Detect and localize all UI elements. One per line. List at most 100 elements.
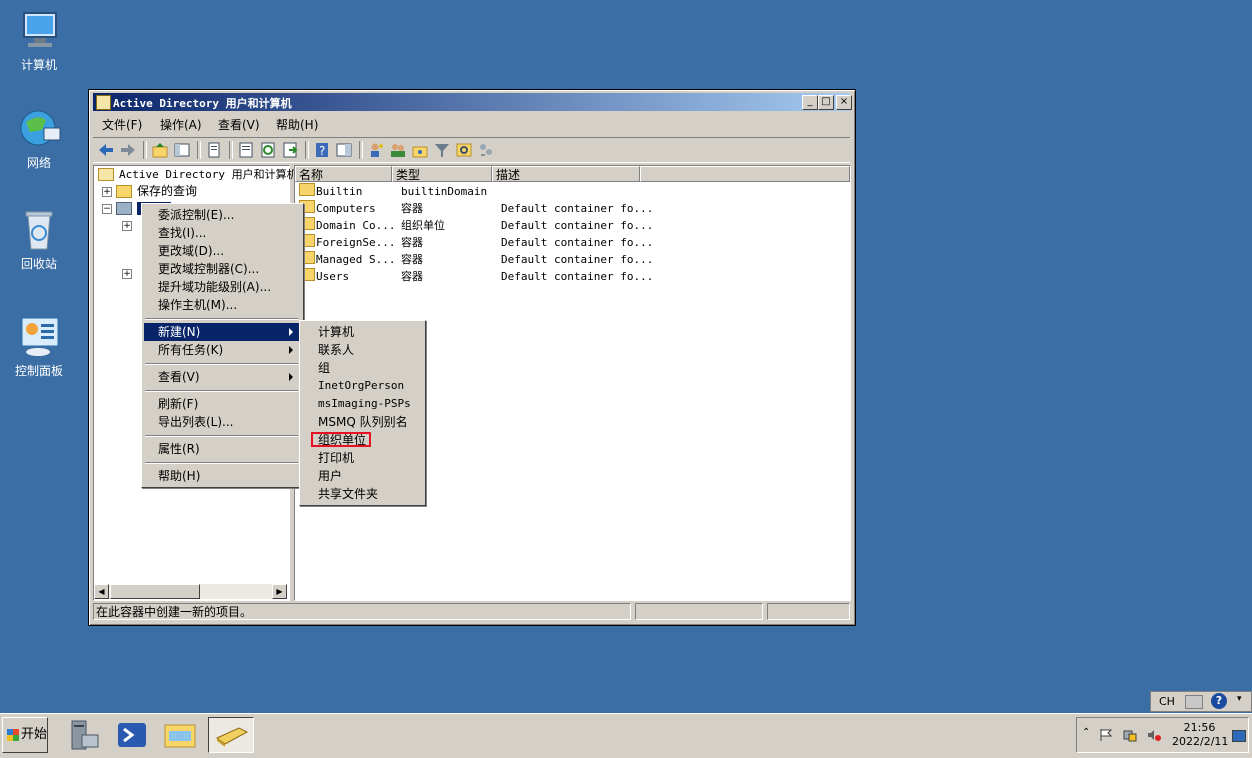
toolbar-separator bbox=[359, 141, 363, 159]
forward-icon[interactable] bbox=[119, 141, 137, 159]
show-hidden-icons-icon[interactable]: ⌃ bbox=[1082, 727, 1090, 738]
scroll-left-icon[interactable]: ◀ bbox=[94, 584, 109, 599]
clock-date: 2022/2/11 bbox=[1172, 735, 1229, 748]
status-bar: 在此容器中创建一新的项目。 bbox=[93, 603, 850, 621]
menu-item-new[interactable]: 新建(N) bbox=[144, 323, 299, 341]
menu-item-find[interactable]: 查找(I)... bbox=[144, 224, 299, 242]
menu-file[interactable]: 文件(F) bbox=[102, 116, 142, 133]
menu-separator bbox=[145, 390, 298, 392]
scroll-right-icon[interactable]: ▶ bbox=[272, 584, 287, 599]
start-button[interactable]: 开始 bbox=[2, 717, 48, 753]
submenu-item-inetorgperson[interactable]: InetOrgPerson bbox=[302, 377, 421, 395]
taskbar: 开始 ⌃ 21:56 2022/2/11 bbox=[0, 713, 1252, 758]
clock-time: 21:56 bbox=[1183, 721, 1216, 734]
back-icon[interactable] bbox=[97, 141, 115, 159]
volume-muted-icon[interactable] bbox=[1147, 728, 1161, 742]
submenu-item-msimaging-psps[interactable]: msImaging-PSPs bbox=[302, 395, 421, 413]
find-icon[interactable] bbox=[455, 141, 473, 159]
close-button[interactable]: × bbox=[836, 95, 852, 110]
menu-view[interactable]: 查看(V) bbox=[218, 116, 260, 133]
action-center-flag-icon[interactable] bbox=[1099, 728, 1113, 742]
toolbar-separator bbox=[197, 141, 201, 159]
windows-logo-icon bbox=[7, 729, 19, 741]
filter-icon[interactable] bbox=[433, 141, 451, 159]
language-indicator[interactable]: CH bbox=[1159, 695, 1175, 708]
column-header-name[interactable]: 名称 bbox=[295, 166, 392, 182]
clock[interactable]: 21:56 2022/2/11 bbox=[1172, 721, 1229, 749]
new-user-icon[interactable] bbox=[367, 141, 385, 159]
menu-help[interactable]: 帮助(H) bbox=[276, 116, 318, 133]
column-header-type[interactable]: 类型 bbox=[392, 166, 492, 182]
menu-item-change-domain[interactable]: 更改域(D)... bbox=[144, 242, 299, 260]
new-group-icon[interactable] bbox=[389, 141, 407, 159]
langbar-options-icon[interactable]: ▾ bbox=[1237, 694, 1242, 704]
submenu-item-user[interactable]: 用户 bbox=[302, 467, 421, 485]
desktop-icon-network[interactable]: 网络 bbox=[8, 108, 70, 171]
desktop-icon-recycle-bin[interactable]: 回收站 bbox=[8, 209, 70, 272]
submenu-item-organizational-unit[interactable]: 组织单位 bbox=[302, 431, 421, 449]
start-label: 开始 bbox=[21, 727, 48, 742]
action-pane-icon[interactable] bbox=[335, 141, 353, 159]
menu-separator bbox=[145, 435, 298, 437]
add-to-group-icon[interactable] bbox=[477, 141, 495, 159]
menu-action[interactable]: 操作(A) bbox=[160, 116, 202, 133]
menu-item-properties[interactable]: 属性(R) bbox=[144, 440, 299, 458]
status-text: 在此容器中创建一新的项目。 bbox=[93, 603, 631, 620]
submenu-item-group[interactable]: 组 bbox=[302, 359, 421, 377]
properties-icon[interactable] bbox=[237, 141, 255, 159]
column-header-description[interactable]: 描述 bbox=[492, 166, 640, 182]
menu-separator bbox=[145, 363, 298, 365]
aduc-root-icon bbox=[98, 168, 114, 181]
show-desktop-icon[interactable] bbox=[1232, 730, 1246, 742]
help-circle-icon[interactable]: ? bbox=[1211, 693, 1227, 709]
tree-item-saved-queries[interactable]: 保存的查询 bbox=[116, 183, 197, 200]
refresh-icon[interactable] bbox=[259, 141, 277, 159]
new-submenu: 计算机 联系人 组 InetOrgPerson msImaging-PSPs M… bbox=[299, 320, 426, 506]
network-status-icon[interactable] bbox=[1123, 728, 1137, 742]
network-icon bbox=[16, 108, 62, 150]
powershell-icon[interactable] bbox=[112, 717, 152, 753]
menu-item-help[interactable]: 帮助(H) bbox=[144, 467, 299, 485]
tree-horizontal-scrollbar[interactable]: ◀ ▶ bbox=[94, 584, 287, 599]
server-manager-icon[interactable] bbox=[64, 717, 104, 753]
new-ou-icon[interactable] bbox=[411, 141, 429, 159]
menu-item-view-label: 查看(V) bbox=[158, 370, 200, 384]
recycle-bin-icon bbox=[16, 209, 62, 251]
menu-item-raise-functional-level[interactable]: 提升域功能级别(A)... bbox=[144, 278, 299, 296]
submenu-item-printer[interactable]: 打印机 bbox=[302, 449, 421, 467]
expand-icon[interactable]: + bbox=[102, 187, 112, 197]
submenu-item-computer[interactable]: 计算机 bbox=[302, 323, 421, 341]
menu-item-change-dc[interactable]: 更改域控制器(C)... bbox=[144, 260, 299, 278]
aduc-app-icon bbox=[96, 95, 111, 110]
keyboard-icon[interactable] bbox=[1185, 695, 1203, 709]
minimize-button[interactable]: _ bbox=[802, 95, 818, 110]
ad-users-computers-icon[interactable] bbox=[208, 717, 254, 753]
submenu-item-contact[interactable]: 联系人 bbox=[302, 341, 421, 359]
export-list-icon[interactable] bbox=[281, 141, 299, 159]
menu-item-operations-masters[interactable]: 操作主机(M)... bbox=[144, 296, 299, 314]
show-hide-tree-icon[interactable] bbox=[173, 141, 191, 159]
desktop-icon-control-panel[interactable]: 控制面板 bbox=[8, 316, 70, 379]
submenu-item-msmq-alias[interactable]: MSMQ 队列别名 bbox=[302, 413, 421, 431]
column-header-empty bbox=[640, 166, 850, 182]
expand-icon[interactable]: + bbox=[122, 221, 132, 231]
collapse-icon[interactable]: − bbox=[102, 204, 112, 214]
menu-item-refresh[interactable]: 刷新(F) bbox=[144, 395, 299, 413]
explorer-icon[interactable] bbox=[160, 717, 200, 753]
menu-item-export-list[interactable]: 导出列表(L)... bbox=[144, 413, 299, 431]
system-tray: ⌃ 21:56 2022/2/11 bbox=[1076, 717, 1249, 753]
maximize-button[interactable]: □ bbox=[818, 95, 834, 110]
submenu-arrow-icon bbox=[289, 328, 293, 336]
up-folder-icon[interactable] bbox=[151, 141, 169, 159]
help-icon[interactable]: ? bbox=[313, 141, 331, 159]
scroll-thumb[interactable] bbox=[110, 584, 200, 599]
menu-item-view[interactable]: 查看(V) bbox=[144, 368, 299, 386]
expand-icon[interactable]: + bbox=[122, 269, 132, 279]
desktop-icon-computer[interactable]: 计算机 bbox=[8, 10, 70, 73]
tree-root[interactable]: Active Directory 用户和计算机 bbox=[98, 166, 298, 183]
submenu-item-shared-folder[interactable]: 共享文件夹 bbox=[302, 485, 421, 503]
menu-item-all-tasks[interactable]: 所有任务(K) bbox=[144, 341, 299, 359]
title-bar[interactable]: Active Directory 用户和计算机 _ □ × bbox=[93, 93, 852, 111]
menu-item-delegate-control[interactable]: 委派控制(E)... bbox=[144, 206, 299, 224]
copy-icon[interactable] bbox=[205, 141, 223, 159]
